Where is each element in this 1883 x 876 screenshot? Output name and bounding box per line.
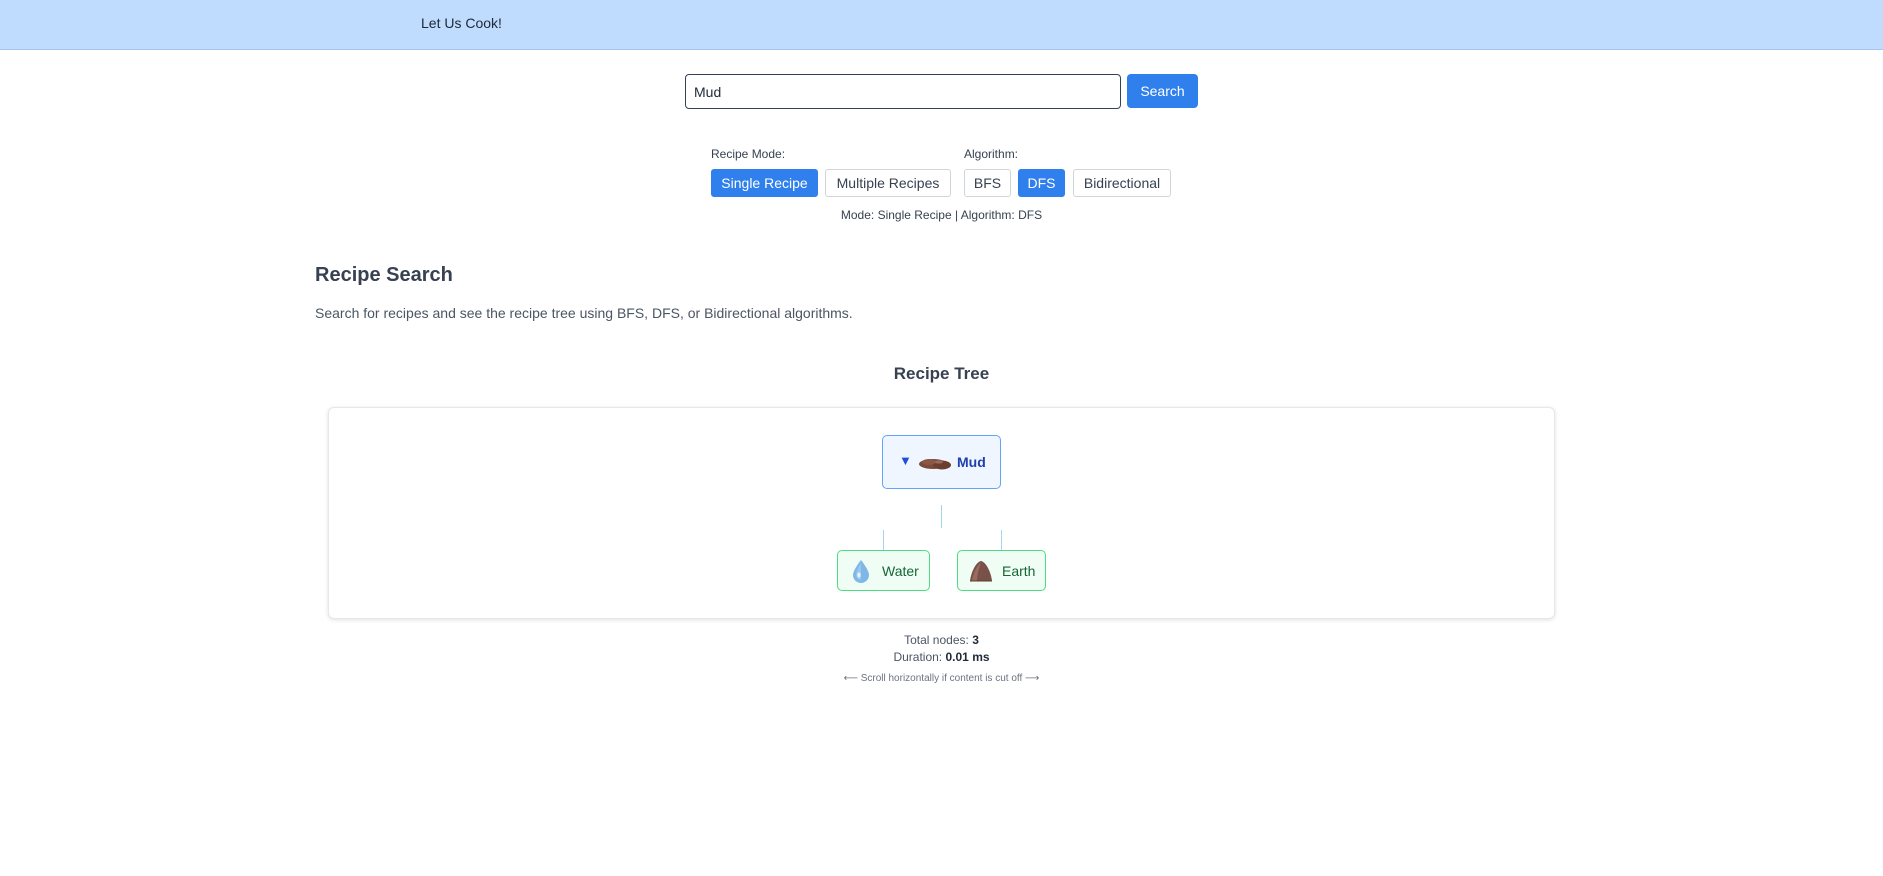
search-input[interactable] (685, 74, 1121, 109)
top-nav-bar: Let Us Cook! (0, 0, 1883, 50)
recipe-mode-label: Recipe Mode: (711, 147, 786, 161)
recipe-tree-title: Recipe Tree (893, 364, 990, 383)
tree-node-child[interactable]: Earth (957, 550, 1046, 591)
water-drop-icon (853, 560, 869, 583)
page-description: Search for recipes and see the recipe tr… (315, 305, 853, 321)
dfs-button[interactable]: DFS (1018, 169, 1065, 197)
multiple-recipes-button[interactable]: Multiple Recipes (825, 169, 951, 197)
bfs-button[interactable]: BFS (964, 169, 1011, 197)
tree-node-label: Mud (957, 454, 986, 470)
tree-connector-vertical (941, 505, 942, 528)
collapse-toggle-icon[interactable]: ▼ (899, 453, 912, 468)
brand-title[interactable]: Let Us Cook! (421, 15, 502, 31)
tree-connector-left (883, 530, 884, 550)
bidirectional-button[interactable]: Bidirectional (1073, 169, 1171, 197)
tree-connector-right (1001, 530, 1002, 550)
mode-status-text: Mode: Single Recipe | Algorithm: DFS (840, 208, 1043, 222)
tree-node-child[interactable]: Water (837, 550, 930, 591)
tree-node-label: Water (882, 563, 919, 579)
duration-stat: Duration: 0.01 ms (0, 650, 1883, 664)
search-button[interactable]: Search (1127, 74, 1198, 108)
duration-value: 0.01 ms (945, 650, 990, 664)
mud-icon (919, 459, 951, 470)
tree-node-label: Earth (1002, 563, 1036, 579)
scroll-hint: ⟵ Scroll horizontally if content is cut … (843, 673, 1040, 684)
total-nodes-label: Total nodes: (904, 633, 969, 647)
single-recipe-button[interactable]: Single Recipe (711, 169, 818, 197)
earth-mound-icon (970, 561, 992, 582)
total-nodes-stat: Total nodes: 3 (0, 633, 1883, 647)
algorithm-label: Algorithm: (964, 147, 1019, 161)
total-nodes-value: 3 (972, 633, 979, 647)
duration-label: Duration: (893, 650, 943, 664)
page-title: Recipe Search (315, 264, 453, 286)
tree-node-root[interactable]: ▼ Mud (882, 435, 1001, 489)
